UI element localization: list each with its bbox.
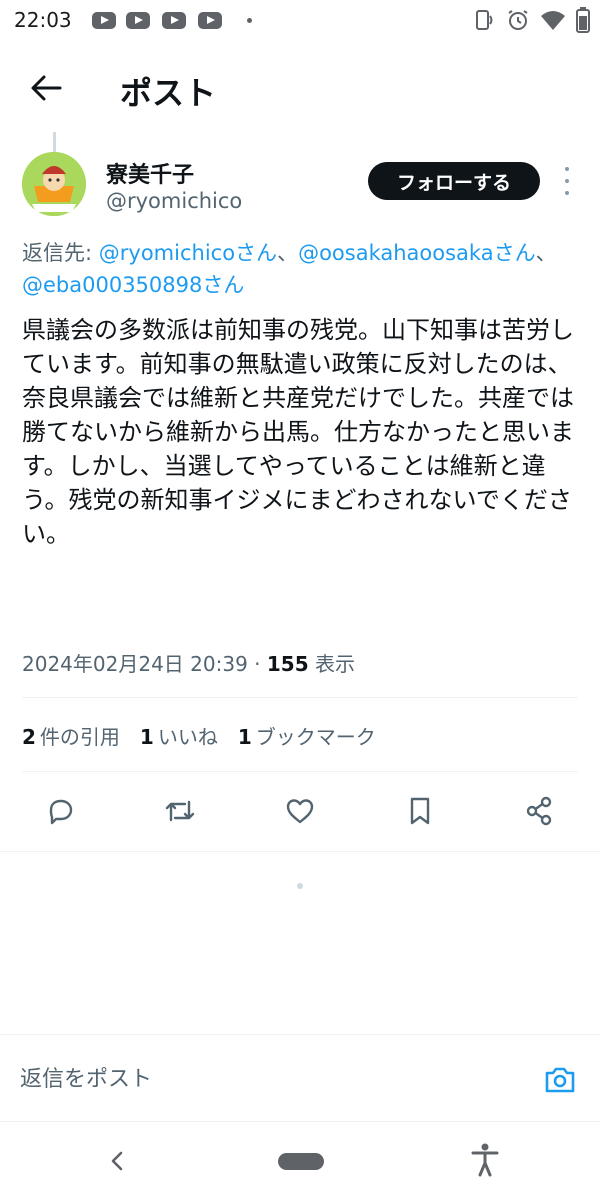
more-dot-icon: [565, 167, 569, 171]
page-title: ポスト: [120, 74, 217, 112]
more-options-button[interactable]: [560, 167, 574, 195]
loading-indicator: [297, 883, 303, 889]
repost-button[interactable]: [162, 793, 198, 829]
follow-button[interactable]: フォローする: [368, 162, 540, 200]
system-back-button[interactable]: [102, 1146, 132, 1176]
back-button[interactable]: [26, 68, 66, 108]
chevron-left-icon: [111, 1151, 123, 1171]
engagement-stats: 2 件の引用 1 いいね 1 ブックマーク: [22, 721, 376, 750]
camera-icon: [545, 1067, 575, 1093]
top-app-bar: ポスト: [0, 40, 600, 135]
reply-icon: [49, 799, 73, 825]
retweet-icon: [165, 800, 195, 822]
mention-link[interactable]: @eba000350898さん: [22, 273, 244, 297]
reply-input[interactable]: [20, 1062, 520, 1096]
bookmarks-stat[interactable]: 1 ブックマーク: [238, 721, 376, 750]
status-time: 22:03: [14, 8, 72, 32]
more-dot-icon: [565, 179, 569, 183]
system-navigation-bar: [0, 1122, 600, 1200]
post-timestamp[interactable]: 2024年02月24日 20:39: [22, 652, 248, 676]
arrow-left-icon: [31, 75, 62, 101]
avatar-illustration: [22, 152, 86, 216]
likes-count: 1: [139, 725, 154, 749]
youtube-icon: [198, 12, 222, 29]
likes-label: いいね: [157, 725, 218, 749]
camera-button[interactable]: [540, 1060, 580, 1100]
youtube-icon: [162, 12, 186, 29]
reply-to-prefix: 返信先:: [22, 241, 99, 265]
youtube-icon: [126, 12, 150, 29]
reply-button[interactable]: [43, 793, 79, 829]
bookmarks-label: ブックマーク: [255, 725, 376, 749]
share-button[interactable]: [521, 793, 557, 829]
divider: [0, 851, 600, 852]
like-button[interactable]: [282, 793, 318, 829]
views-label: 表示: [308, 652, 355, 676]
mention-separator: 、: [535, 241, 557, 265]
post-text: 県議会の多数派は前知事の残党。山下知事は苦労しています。前知事の無駄遣い政策に反…: [22, 316, 574, 548]
battery-icon: [576, 7, 590, 33]
thread-connector-line: [53, 132, 56, 152]
meta-separator: ·: [247, 652, 267, 676]
divider: [0, 1034, 600, 1035]
accessibility-button[interactable]: [470, 1142, 500, 1178]
post-meta: 2024年02月24日 20:39 · 155 表示: [22, 648, 355, 677]
divider: [22, 697, 578, 698]
share-icon: [526, 796, 552, 826]
bookmarks-count: 1: [237, 725, 252, 749]
system-home-button[interactable]: [278, 1153, 324, 1170]
views-count: 155: [266, 652, 309, 676]
youtube-icon: [92, 12, 116, 29]
more-notifications-dot: [247, 18, 252, 23]
alarm-icon: [508, 10, 528, 30]
status-bar: 22:03: [0, 0, 600, 40]
accessibility-icon: [471, 1143, 499, 1177]
more-dot-icon: [565, 191, 569, 195]
wifi-icon: [541, 11, 565, 30]
bookmark-icon: [410, 797, 430, 825]
bookmark-button[interactable]: [402, 793, 438, 829]
divider: [22, 771, 578, 772]
quotes-label: 件の引用: [39, 725, 120, 749]
mention-link[interactable]: @ryomichicoさん: [99, 241, 277, 265]
likes-stat[interactable]: 1 いいね: [140, 721, 218, 750]
mention-separator: 、: [277, 241, 299, 265]
like-icon: [286, 799, 314, 824]
author-name[interactable]: 寮美千子: [106, 157, 194, 189]
quotes-count: 2: [22, 725, 36, 749]
reply-to: 返信先: @ryomichicoさん、@oosakahaoosakaさん、@eb…: [22, 237, 582, 301]
quotes-stat[interactable]: 2 件の引用: [22, 721, 120, 750]
nfc-icon: [476, 10, 493, 30]
mention-link[interactable]: @oosakahaoosakaさん: [298, 241, 536, 265]
author-handle[interactable]: @ryomichico: [106, 189, 242, 213]
avatar[interactable]: [22, 152, 86, 216]
